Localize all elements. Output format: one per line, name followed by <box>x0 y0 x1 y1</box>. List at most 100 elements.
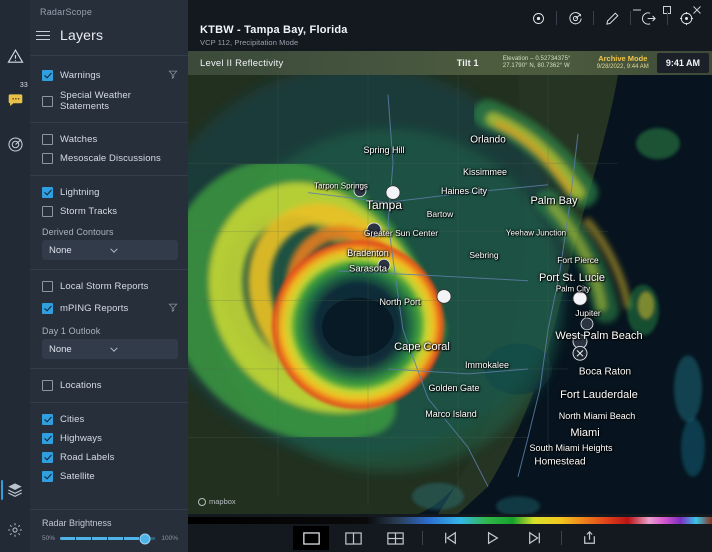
layer-group: Warnings Special Weather Statements <box>30 55 188 122</box>
playback-toolbar <box>188 524 712 552</box>
checkbox[interactable] <box>42 134 53 145</box>
checkbox[interactable] <box>42 452 53 463</box>
header-actions <box>520 5 704 31</box>
toolbar-divider <box>561 531 562 545</box>
mapbox-label: mapbox <box>209 497 236 506</box>
radar-brightness-control: Radar Brightness 50% 100% <box>30 509 188 552</box>
layer-label: Highways <box>60 433 102 444</box>
checkbox[interactable] <box>42 281 53 292</box>
select-dropdown[interactable]: None <box>42 339 178 359</box>
checkbox[interactable] <box>42 206 53 217</box>
pencil-icon[interactable] <box>594 5 630 31</box>
layer-row-local-storm-reports[interactable]: Local Storm Reports <box>30 277 188 296</box>
crosshair-icon[interactable] <box>668 5 704 31</box>
layer-row-satellite[interactable]: Satellite <box>30 467 188 486</box>
layer-label: Locations <box>60 380 102 391</box>
reflectivity-color-scale <box>188 514 712 527</box>
filter-icon[interactable] <box>168 299 178 317</box>
archive-timestamp: 9/28/2022, 9:44 AM <box>596 63 649 70</box>
archive-mode-badge[interactable]: Archive Mode 9/28/2022, 9:44 AM <box>589 54 657 72</box>
layer-row-storm-tracks[interactable]: Storm Tracks <box>30 202 188 221</box>
layer-row-warnings[interactable]: Warnings <box>30 63 188 87</box>
product-bar[interactable]: Level II Reflectivity Tilt 1 Elevation –… <box>188 51 712 75</box>
layer-row-watches[interactable]: Watches <box>30 130 188 149</box>
warnings-icon[interactable] <box>1 42 29 70</box>
layer-label: Lightning <box>60 187 100 198</box>
layer-group: Locations <box>30 368 188 402</box>
checkbox[interactable] <box>42 471 53 482</box>
layer-group: Lightning Storm Tracks Derived Contours Non… <box>30 175 188 269</box>
step-forward-button[interactable] <box>516 526 552 550</box>
radarscope-window: 33 RadarScope Layers Warnings Special We… <box>0 0 712 552</box>
settings-gear-icon[interactable] <box>1 516 29 544</box>
messages-icon[interactable]: 33 <box>1 82 29 114</box>
checkbox[interactable] <box>42 302 53 314</box>
radar-site-icon[interactable] <box>520 5 556 31</box>
hamburger-icon[interactable] <box>36 30 50 40</box>
page-title: Layers <box>60 27 104 43</box>
checkbox[interactable] <box>42 69 53 81</box>
checkbox[interactable] <box>42 187 53 198</box>
layer-row-mping-reports[interactable]: mPING Reports <box>30 296 188 320</box>
single-pane-button[interactable] <box>293 526 329 550</box>
layer-label: Road Labels <box>60 452 115 463</box>
elevation-value: Elevation – 0.52734375° <box>502 55 571 62</box>
checkbox[interactable] <box>42 153 53 164</box>
select-value: None <box>49 343 72 355</box>
main-area: KTBW - Tampa Bay, Florida VCP 112, Preci… <box>188 0 712 552</box>
layer-row-highways[interactable]: Highways <box>30 429 188 448</box>
layer-group: Local Storm Reports mPING Reports Day 1 Ou… <box>30 269 188 368</box>
layers-list: Warnings Special Weather Statements Watche… <box>30 55 188 509</box>
play-button[interactable] <box>474 526 510 550</box>
rail-bottom-group <box>0 476 30 544</box>
layer-label: Satellite <box>60 471 95 482</box>
select-value: None <box>49 244 72 256</box>
chevron-down-icon <box>110 245 171 256</box>
checkbox[interactable] <box>42 433 53 444</box>
layer-row-mesoscale-discussions[interactable]: Mesoscale Discussions <box>30 149 188 168</box>
layers-icon[interactable] <box>1 476 29 504</box>
brightness-slider[interactable] <box>60 533 157 544</box>
slider-knob[interactable] <box>139 533 151 544</box>
select-label: Derived Contours <box>42 227 114 237</box>
mapbox-attribution[interactable]: mapbox <box>198 497 236 506</box>
toolbar-divider <box>422 531 423 545</box>
layer-label: Warnings <box>60 69 101 81</box>
active-indicator <box>1 480 3 500</box>
sign-out-icon[interactable] <box>631 5 667 31</box>
layer-row-locations[interactable]: Locations <box>30 376 188 395</box>
icon-rail: 33 <box>0 0 30 552</box>
select-label: Day 1 Outlook <box>42 326 101 336</box>
layer-row-cities[interactable]: Cities <box>30 410 188 429</box>
radar-icon[interactable] <box>1 130 29 158</box>
brightness-min: 50% <box>42 535 56 542</box>
station-header: KTBW - Tampa Bay, Florida VCP 112, Preci… <box>188 11 712 51</box>
brightness-max: 100% <box>161 535 178 542</box>
layer-label: Watches <box>60 134 98 145</box>
layer-row-road-labels[interactable]: Road Labels <box>30 448 188 467</box>
tilt-selector[interactable]: Tilt 1 <box>443 58 493 68</box>
layer-label: Mesoscale Discussions <box>60 153 161 164</box>
layer-group: Cities Highways Road Labels Satellite <box>30 402 188 493</box>
layer-label: Storm Tracks <box>60 206 118 217</box>
archive-label: Archive Mode <box>598 54 648 64</box>
elevation-info: Elevation – 0.52734375° 27.1790° N, 80.7… <box>493 56 589 71</box>
layer-row-special-weather-statements[interactable]: Special Weather Statements <box>30 87 188 115</box>
layer-row-lightning[interactable]: Lightning <box>30 183 188 202</box>
checkbox[interactable] <box>42 95 53 107</box>
layer-label: mPING Reports <box>60 302 129 314</box>
step-back-button[interactable] <box>432 526 468 550</box>
dual-pane-button[interactable] <box>335 526 371 550</box>
filter-icon[interactable] <box>168 66 178 84</box>
radar-map[interactable]: Spring Hill Orlando Kissimmee Tarpon Spring… <box>188 75 712 514</box>
share-button[interactable] <box>571 526 607 550</box>
layer-label: Cities <box>60 414 85 425</box>
checkbox[interactable] <box>42 414 53 425</box>
radar-sweep-icon[interactable] <box>557 5 593 31</box>
mapbox-logo-icon <box>198 497 206 506</box>
select-dropdown[interactable]: None <box>42 240 178 260</box>
checkbox[interactable] <box>42 380 53 391</box>
quad-pane-button[interactable] <box>377 526 413 550</box>
coordinates: 27.1790° N, 80.7362° W <box>502 63 570 69</box>
station-mode: VCP 112, Precipitation Mode <box>200 38 299 47</box>
